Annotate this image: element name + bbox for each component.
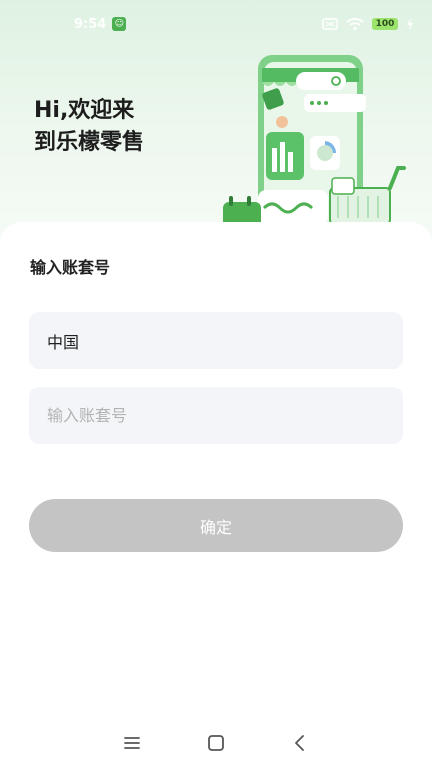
account-field-container xyxy=(29,387,403,444)
country-value: 中国 xyxy=(47,332,80,352)
greeting-line-2: 到乐檬零售 xyxy=(34,130,145,155)
status-time: 9:54 xyxy=(74,16,107,32)
home-square-icon xyxy=(208,735,224,751)
form-sheet xyxy=(0,222,432,768)
status-bar: 9:54 ☺ 100 xyxy=(0,0,432,48)
back-chevron-icon xyxy=(295,735,304,751)
confirm-button[interactable]: 确定 xyxy=(29,499,403,552)
menu-icon xyxy=(124,737,140,749)
app-notification-icon: ☺ xyxy=(112,17,127,31)
wifi-icon xyxy=(346,18,364,31)
country-selector[interactable]: 中国 xyxy=(29,312,403,369)
welcome-greeting: Hi,欢迎来 到乐檬零售 xyxy=(34,95,144,159)
nav-home-button[interactable] xyxy=(196,723,236,763)
shop-illustration xyxy=(223,55,406,243)
status-indicators: 100 xyxy=(322,17,414,31)
form-title: 输入账套号 xyxy=(30,258,111,277)
battery-icon: 100 xyxy=(372,18,398,30)
system-nav-bar xyxy=(0,718,432,768)
nav-menu-button[interactable] xyxy=(112,723,152,763)
greeting-line-1: Hi,欢迎来 xyxy=(34,98,135,123)
nav-back-button[interactable] xyxy=(280,723,320,763)
sim-icon xyxy=(322,18,338,30)
charging-icon xyxy=(407,18,413,30)
account-number-input[interactable] xyxy=(47,406,385,425)
